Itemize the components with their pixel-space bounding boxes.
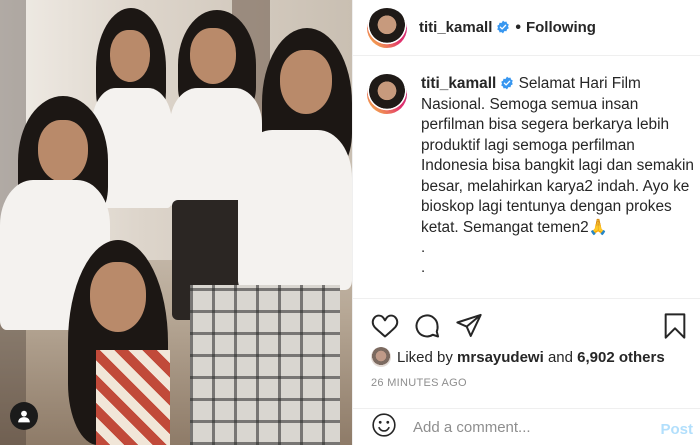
emoji-button[interactable] [371, 412, 397, 443]
likes-user[interactable]: mrsayudewi [457, 349, 544, 366]
caption-username[interactable]: titi_kamall [421, 75, 496, 92]
avatar[interactable] [367, 7, 407, 48]
figure-face [38, 120, 88, 182]
likes-count[interactable]: 6,902 others [577, 349, 665, 366]
comment-input[interactable] [413, 418, 643, 436]
header-separator: • [515, 18, 521, 36]
following-button[interactable]: Following [526, 19, 596, 36]
figure-face [110, 30, 150, 82]
paper-plane-icon [456, 313, 482, 337]
bookmark-icon [664, 313, 686, 339]
figure-plaid-skirt [190, 285, 340, 445]
comment-button[interactable] [413, 312, 441, 340]
caption-body: titi_kamall Selamat Hari Film Nasional. … [421, 74, 697, 278]
figure-face [280, 50, 332, 114]
post-comment-button[interactable]: Post [660, 421, 693, 438]
comment-bar: Post [353, 408, 700, 445]
likes-summary: Liked by mrsayudewi and 6,902 others [371, 347, 665, 367]
username-text[interactable]: titi_kamall [419, 19, 492, 36]
figure-argyle-top [96, 350, 170, 445]
figure-face [190, 28, 236, 84]
header-username[interactable]: titi_kamall [419, 19, 510, 36]
likes-middle: and [547, 348, 573, 366]
save-button[interactable] [661, 312, 689, 340]
caption-text: Selamat Hari Film Nasional. Semoga semua… [421, 75, 694, 236]
caption: titi_kamall Selamat Hari Film Nasional. … [367, 74, 697, 278]
figure-shirt [238, 130, 352, 290]
post-header: titi_kamall • Following [353, 0, 700, 56]
tagged-users-button[interactable] [10, 402, 38, 430]
verified-badge-icon [501, 76, 514, 90]
post-photo[interactable] [0, 0, 352, 445]
like-button[interactable] [371, 312, 399, 340]
action-bar [371, 312, 689, 342]
figure-face [90, 262, 146, 332]
smiley-icon [372, 412, 396, 437]
avatar[interactable] [371, 347, 391, 367]
user-icon [18, 410, 30, 423]
post-details-panel: titi_kamall • Following titi_kamall Sela… [352, 0, 700, 445]
post-timestamp[interactable]: 26 MINUTES AGO [371, 377, 467, 389]
comment-icon [415, 314, 440, 338]
share-button[interactable] [455, 312, 483, 340]
caption-dot: . [421, 239, 426, 256]
section-divider [353, 298, 700, 299]
heart-icon [371, 314, 399, 338]
likes-prefix: Liked by [397, 348, 453, 366]
caption-dot: . [421, 259, 426, 276]
avatar[interactable] [367, 74, 407, 114]
verified-badge-icon [497, 20, 510, 34]
